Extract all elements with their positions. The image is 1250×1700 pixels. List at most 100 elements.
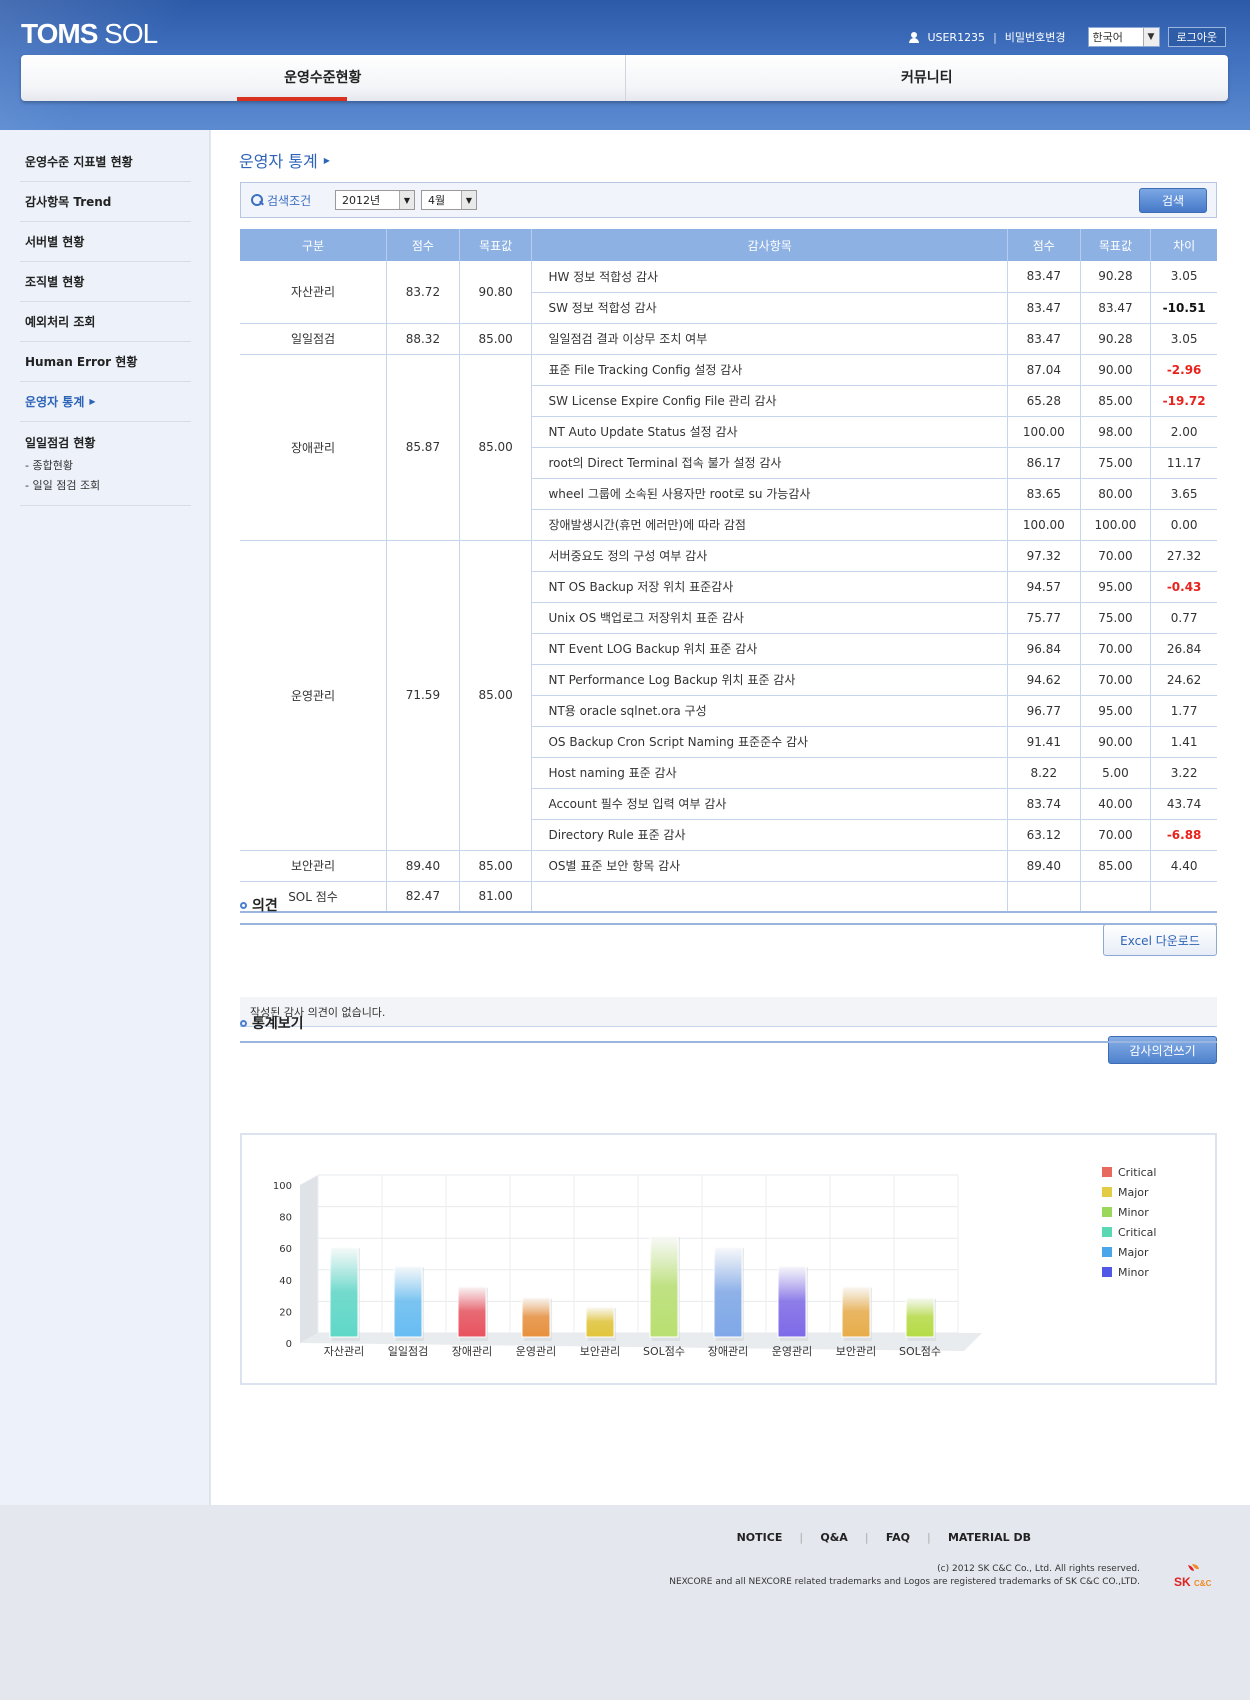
bar-5 <box>649 1234 679 1338</box>
row-diff: -0.43 <box>1150 571 1217 603</box>
row-target: 40.00 <box>1080 788 1152 820</box>
stats-section-title: 통계보기 <box>240 1013 1217 1043</box>
row-target: 5.00 <box>1080 757 1152 789</box>
row-score: 83.47 <box>1007 261 1081 293</box>
bar-3 <box>521 1296 551 1338</box>
row-score: 89.40 <box>1007 850 1081 882</box>
gnb-tab-0[interactable]: 운영수준현황 <box>21 55 625 101</box>
bar-8 <box>841 1285 871 1338</box>
x-tick-label: 자산관리 <box>324 1345 364 1358</box>
month-select[interactable]: 4월 ▼ <box>421 190 477 210</box>
row-item: NT OS Backup 저장 위치 표준감사 <box>531 571 1008 603</box>
x-tick-label: 보안관리 <box>836 1345 876 1358</box>
search-icon <box>251 193 264 207</box>
row-score: 97.32 <box>1007 540 1081 572</box>
chevron-down-icon: ▼ <box>1142 28 1159 46</box>
row-score: 65.28 <box>1007 385 1081 417</box>
legend-label: Major <box>1118 1186 1149 1199</box>
row-diff: 26.84 <box>1150 633 1217 665</box>
bar-0 <box>329 1245 359 1338</box>
row-item: NT용 oracle sqlnet.ora 구성 <box>531 695 1008 727</box>
gnb-tab-1[interactable]: 커뮤니티 <box>624 55 1229 101</box>
bar-1 <box>393 1264 423 1338</box>
row-target: 70.00 <box>1080 664 1152 696</box>
y-tick-label: 20 <box>279 1307 292 1318</box>
language-select[interactable]: 한국어 ▼ <box>1087 27 1160 47</box>
row-target: 70.00 <box>1080 540 1152 572</box>
y-tick-label: 80 <box>279 1213 292 1224</box>
legend-swatch <box>1102 1207 1112 1217</box>
sidebar-item-5[interactable]: Human Error 현황 <box>20 342 191 382</box>
row-item: OS Backup Cron Script Naming 표준준수 감사 <box>531 726 1008 758</box>
sidebar-item-7[interactable]: 일일점검 현황 - 종합현황 - 일일 점검 조회 <box>20 422 191 506</box>
row-score: 75.77 <box>1007 602 1081 634</box>
footer-links: NOTICEQ&AFAQMATERIAL DB <box>718 1531 1050 1544</box>
sk-butterfly-icon <box>1188 1564 1199 1571</box>
logo[interactable]: TOMS SOL <box>21 18 158 50</box>
sidebar-subitem-0[interactable]: - 종합현황 <box>25 457 73 473</box>
row-item: Account 필수 정보 입력 여부 감사 <box>531 788 1008 820</box>
x-tick-label: 일일점검 <box>388 1344 428 1358</box>
sidebar-item-0[interactable]: 운영수준 지표별 현황 <box>20 142 191 182</box>
legend-label: Minor <box>1118 1206 1149 1219</box>
legend-label: Critical <box>1118 1166 1156 1179</box>
page-title: 운영자 통계 ▶ <box>239 152 330 171</box>
row-score: 63.12 <box>1007 819 1081 851</box>
operator-stat-table: 구분 점수 목표값 감사항목 점수 목표값 차이 자산관리 83.72 90.80 HW 정보 적… <box>240 229 1217 913</box>
global-nav: 운영수준현황 커뮤니티 <box>21 55 1228 101</box>
sidebar-subitem-1[interactable]: - 일일 점검 조회 <box>25 477 100 493</box>
y-tick-label: 100 <box>273 1181 292 1192</box>
row-item: HW 정보 적합성 감사 <box>531 261 1008 293</box>
row-target: 85.00 <box>1080 850 1152 882</box>
group-score: 71.59 <box>386 540 460 851</box>
legend-swatch <box>1102 1167 1112 1177</box>
row-diff: 11.17 <box>1150 447 1217 479</box>
bar-9 <box>905 1296 935 1338</box>
row-score: 83.65 <box>1007 478 1081 510</box>
sidebar-item-2[interactable]: 서버별 현황 <box>20 222 191 262</box>
row-score: 91.41 <box>1007 726 1081 758</box>
sidebar-item-3[interactable]: 조직별 현황 <box>20 262 191 302</box>
footer-link-2[interactable]: FAQ <box>865 1531 929 1544</box>
sidebar-item-4[interactable]: 예외처리 조회 <box>20 302 191 342</box>
sidebar-item-label: 서버별 현황 <box>25 235 85 249</box>
row-item: SW License Expire Config File 관리 감사 <box>531 385 1008 417</box>
sidebar-item-1[interactable]: 감사항목 Trend <box>20 182 191 222</box>
row-diff: 43.74 <box>1150 788 1217 820</box>
x-tick-label: SOL점수 <box>899 1345 941 1358</box>
footer-link-1[interactable]: Q&A <box>799 1531 866 1544</box>
footer-link-0[interactable]: NOTICE <box>718 1531 802 1544</box>
search-label: 검색조건 <box>251 192 335 209</box>
search-condition-bar: 검색조건 2012년 ▼ 4월 ▼ 검색 <box>240 182 1217 218</box>
sidebar-item-6[interactable]: 운영자 통계 ▶ <box>20 382 191 422</box>
table-header-cell: 목표값 <box>1080 229 1152 261</box>
row-diff: -10.51 <box>1150 292 1217 324</box>
x-tick-label: 운영관리 <box>772 1345 812 1358</box>
row-target: 90.00 <box>1080 354 1152 386</box>
sidebar-menu: 운영수준 지표별 현황감사항목 Trend 서버별 현황조직별 현황예외처리 조회… <box>20 142 191 506</box>
group-category: 보안관리 <box>240 850 388 882</box>
legend-label: Critical <box>1118 1226 1156 1239</box>
legend-swatch <box>1102 1187 1112 1197</box>
group-target: 85.00 <box>459 323 533 355</box>
excel-download-button[interactable]: Excel 다운로드 <box>1103 924 1217 956</box>
row-target: 90.00 <box>1080 726 1152 758</box>
search-button[interactable]: 검색 <box>1139 188 1207 213</box>
footer-link-3[interactable]: MATERIAL DB <box>927 1531 1050 1544</box>
sidebar-item-label: 감사항목 Trend <box>25 195 112 209</box>
x-tick-label: SOL점수 <box>643 1345 685 1358</box>
row-item: Host naming 표준 감사 <box>531 757 1008 789</box>
row-item: OS별 표준 보안 항목 감사 <box>531 850 1008 882</box>
row-target: 95.00 <box>1080 695 1152 727</box>
row-target: 85.00 <box>1080 385 1152 417</box>
change-password-link[interactable]: 비밀번호변경 <box>1005 29 1066 45</box>
row-item: root의 Direct Terminal 접속 불가 설정 감사 <box>531 447 1008 479</box>
sidebar-item-label: 예외처리 조회 <box>25 315 96 329</box>
separator: | <box>993 30 997 44</box>
group-score: 85.87 <box>386 354 460 541</box>
row-item: 서버중요도 정의 구성 여부 감사 <box>531 540 1008 572</box>
x-tick-label: 장애관리 <box>452 1345 492 1358</box>
year-select[interactable]: 2012년 ▼ <box>335 190 415 210</box>
logout-button[interactable]: 로그아웃 <box>1167 27 1226 47</box>
row-diff: 3.05 <box>1150 323 1217 355</box>
